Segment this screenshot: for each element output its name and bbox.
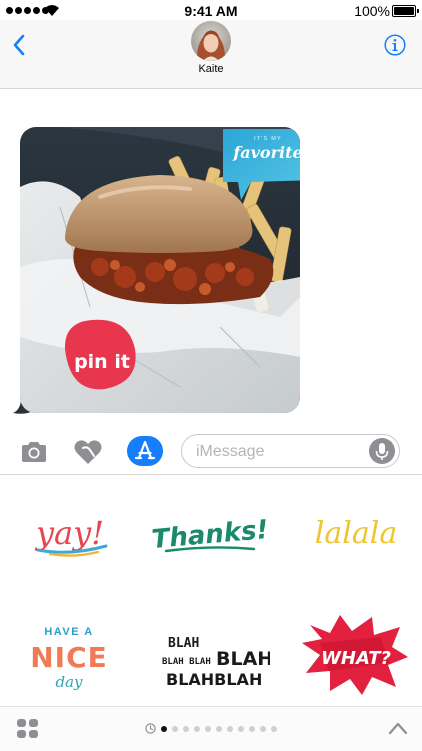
app-store-icon	[134, 440, 156, 460]
battery-icon	[392, 5, 419, 17]
composer-bar: iMessage	[0, 428, 422, 475]
page-dot[interactable]	[260, 725, 266, 732]
sticker-blah-line2b: BLAH	[216, 648, 270, 670]
back-chevron-icon[interactable]	[12, 34, 26, 56]
page-dot[interactable]	[249, 725, 255, 732]
status-bar: 9:41 AM 100%	[0, 0, 422, 22]
digital-touch-heart-icon[interactable]	[74, 439, 102, 465]
sticker-blah-line1: BLAH	[168, 636, 199, 651]
sticker-have-a-nice-day[interactable]: HAVE A NICE day	[14, 615, 124, 695]
sticker-thanks[interactable]: Thanks!	[150, 505, 270, 561]
sticker-what[interactable]: WHAT?	[300, 613, 412, 697]
battery-percent: 100%	[354, 3, 390, 19]
page-dot[interactable]	[194, 725, 200, 732]
sticker-what-text: WHAT?	[321, 648, 391, 669]
conversation-header: Kaite	[0, 20, 422, 89]
page-dot[interactable]	[161, 725, 167, 732]
speech-small-text: IT'S MY	[254, 136, 282, 142]
sticker-yay-text: yay!	[34, 514, 104, 552]
chevron-up-icon[interactable]	[388, 721, 408, 735]
speech-big-text: favorite	[232, 143, 300, 162]
sticker-yay[interactable]: yay!	[10, 502, 130, 562]
input-placeholder: iMessage	[196, 443, 265, 460]
info-icon[interactable]	[384, 34, 406, 56]
sticker-have-a-text: HAVE A	[44, 626, 93, 638]
pin-it-badge-text: pin it	[74, 351, 130, 373]
recents-clock-icon[interactable]	[145, 723, 156, 734]
sticker-lalala-text: lalala	[315, 516, 397, 551]
page-dot[interactable]	[216, 725, 222, 732]
sticker-nice-text: NICE	[30, 641, 108, 674]
page-dot[interactable]	[172, 725, 178, 732]
sticker-blah-blah[interactable]: BLAH BLAH BLAH BLAH BLAHBLAH	[150, 625, 270, 695]
drawer-bottom-bar	[0, 706, 422, 751]
app-store-button[interactable]	[127, 436, 163, 466]
page-dot[interactable]	[205, 725, 211, 732]
mic-button[interactable]	[369, 438, 395, 464]
contact-name[interactable]: Kaite	[0, 63, 422, 75]
page-dot[interactable]	[227, 725, 233, 732]
camera-icon[interactable]	[20, 441, 48, 463]
contact-avatar[interactable]	[191, 21, 231, 61]
app-drawer-grid-icon[interactable]	[16, 718, 40, 740]
sticker-blah-line2a: BLAH BLAH	[162, 657, 211, 667]
imessage-input[interactable]: iMessage	[181, 434, 400, 468]
sticker-drawer: yay! Thanks! lalala HAVE A NICE day BLAH…	[0, 475, 422, 706]
sticker-day-text: day	[55, 673, 83, 691]
sticker-blah-line3: BLAHBLAH	[166, 670, 262, 689]
food-photo: IT'S MY favorite pin it	[20, 127, 300, 413]
mic-icon	[375, 443, 389, 460]
sticker-lalala[interactable]: lalala	[300, 505, 412, 561]
page-dot[interactable]	[238, 725, 244, 732]
photo-message-bubble[interactable]: IT'S MY favorite pin it	[20, 127, 300, 413]
page-dot[interactable]	[183, 725, 189, 732]
page-indicator[interactable]	[145, 723, 277, 734]
page-dot[interactable]	[271, 725, 277, 732]
